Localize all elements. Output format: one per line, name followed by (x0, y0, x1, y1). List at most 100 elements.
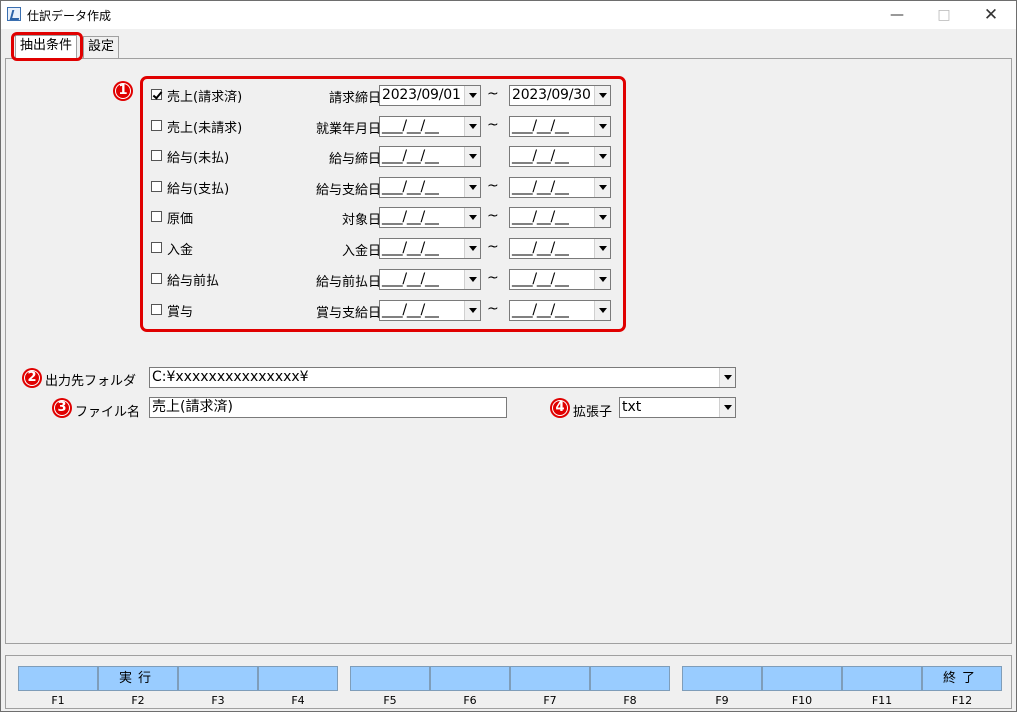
date-from-value: ___/__/__ (382, 179, 439, 195)
function-key-f5-button[interactable] (350, 666, 430, 691)
function-key-f10-button[interactable] (762, 666, 842, 691)
condition-checkbox[interactable] (151, 89, 162, 100)
function-key-f1-button[interactable] (18, 666, 98, 691)
tab-strip: 抽出条件 設定 (1, 31, 1016, 59)
chevron-down-icon[interactable] (719, 368, 735, 387)
chevron-down-icon[interactable] (594, 239, 610, 258)
date-from-combo[interactable]: ___/__/__ (379, 238, 481, 259)
condition-checkbox[interactable] (151, 273, 162, 284)
date-field-label: 賞与支給日 (315, 306, 381, 321)
extension-label: 拡張子 (573, 405, 613, 420)
date-from-value: ___/__/__ (382, 271, 439, 287)
condition-checkbox[interactable] (151, 211, 162, 222)
function-key-f2-button[interactable]: 実行 (98, 666, 178, 691)
condition-row: 給与(支払) 給与支給日 ___/__/__ ~ ___/__/__ (149, 176, 619, 198)
output-folder-combo[interactable]: C:¥xxxxxxxxxxxxxxx¥ (149, 367, 736, 388)
chevron-down-icon[interactable] (464, 270, 480, 289)
close-button[interactable]: ✕ (968, 1, 1014, 29)
annotation-number-1: 1 (113, 81, 133, 101)
date-to-combo[interactable]: ___/__/__ (509, 207, 611, 228)
date-from-combo[interactable]: ___/__/__ (379, 116, 481, 137)
chevron-down-icon[interactable] (464, 86, 480, 105)
chevron-down-icon[interactable] (464, 178, 480, 197)
condition-checkbox[interactable] (151, 304, 162, 315)
chevron-down-icon[interactable] (464, 147, 480, 166)
date-from-combo[interactable]: ___/__/__ (379, 269, 481, 290)
function-key-f11-button[interactable] (842, 666, 922, 691)
output-folder-label: 出力先フォルダ (45, 374, 137, 389)
condition-row: 給与(未払) 給与締日 ___/__/__ ___/__/__ (149, 145, 619, 167)
date-to-combo[interactable]: ___/__/__ (509, 116, 611, 137)
function-key-caption: F5 (383, 694, 397, 707)
function-key-caption: F12 (951, 694, 973, 707)
condition-label: 売上(未請求) (167, 121, 243, 136)
tab-settings[interactable]: 設定 (83, 36, 120, 58)
function-key-caption: F9 (715, 694, 729, 707)
date-from-combo[interactable]: ___/__/__ (379, 146, 481, 167)
app-document-icon (7, 7, 21, 21)
condition-checkbox[interactable] (151, 120, 162, 131)
chevron-down-icon[interactable] (464, 208, 480, 227)
date-to-value: ___/__/__ (512, 240, 569, 256)
minimize-button[interactable]: — (874, 1, 920, 29)
function-key-f6-button[interactable] (430, 666, 510, 691)
function-key-f7-button[interactable] (510, 666, 590, 691)
date-to-value: ___/__/__ (512, 179, 569, 195)
chevron-down-icon[interactable] (464, 117, 480, 136)
condition-row: 給与前払 給与前払日 ___/__/__ ~ ___/__/__ (149, 268, 619, 290)
range-tilde: ~ (487, 208, 499, 224)
function-key-caption: F10 (791, 694, 813, 707)
function-key-f12-button[interactable]: 終了 (922, 666, 1002, 691)
date-from-combo[interactable]: ___/__/__ (379, 300, 481, 321)
chevron-down-icon[interactable] (594, 270, 610, 289)
chevron-down-icon[interactable] (594, 178, 610, 197)
date-to-value: 2023/09/30 (512, 87, 591, 103)
condition-label: 給与(未払) (167, 151, 230, 166)
function-key-caption: F3 (211, 694, 225, 707)
date-to-combo[interactable]: ___/__/__ (509, 177, 611, 198)
chevron-down-icon[interactable] (594, 301, 610, 320)
condition-checkbox[interactable] (151, 242, 162, 253)
filename-label: ファイル名 (75, 405, 141, 420)
range-tilde: ~ (487, 301, 499, 317)
chevron-down-icon[interactable] (464, 301, 480, 320)
date-from-value: ___/__/__ (382, 209, 439, 225)
date-to-combo[interactable]: ___/__/__ (509, 146, 611, 167)
title-bar: 仕訳データ作成 — □ ✕ (1, 1, 1016, 29)
date-from-combo[interactable]: ___/__/__ (379, 207, 481, 228)
annotation-number-3: 3 (52, 398, 72, 418)
date-field-label: 給与支給日 (315, 183, 381, 198)
extension-select[interactable]: txt (619, 397, 736, 418)
chevron-down-icon[interactable] (594, 86, 610, 105)
function-key-f4-button[interactable] (258, 666, 338, 691)
chevron-down-icon[interactable] (719, 398, 735, 417)
chevron-down-icon[interactable] (464, 239, 480, 258)
maximize-button[interactable]: □ (921, 1, 967, 29)
function-key-caption: F6 (463, 694, 477, 707)
chevron-down-icon[interactable] (594, 117, 610, 136)
date-from-combo[interactable]: ___/__/__ (379, 177, 481, 198)
date-from-combo[interactable]: 2023/09/01 (379, 85, 481, 106)
function-key-caption: F11 (871, 694, 893, 707)
condition-checkbox[interactable] (151, 150, 162, 161)
function-key-f9-button[interactable] (682, 666, 762, 691)
output-folder-value: C:¥xxxxxxxxxxxxxxx¥ (152, 369, 309, 385)
chevron-down-icon[interactable] (594, 208, 610, 227)
chevron-down-icon[interactable] (594, 147, 610, 166)
date-to-value: ___/__/__ (512, 302, 569, 318)
function-key-f3-button[interactable] (178, 666, 258, 691)
date-from-value: ___/__/__ (382, 240, 439, 256)
range-tilde: ~ (487, 270, 499, 286)
date-to-combo[interactable]: ___/__/__ (509, 238, 611, 259)
range-tilde: ~ (487, 117, 499, 133)
filename-input[interactable]: 売上(請求済) (149, 397, 507, 418)
date-to-combo[interactable]: ___/__/__ (509, 300, 611, 321)
condition-checkbox[interactable] (151, 181, 162, 192)
date-to-combo[interactable]: 2023/09/30 (509, 85, 611, 106)
date-from-value: ___/__/__ (382, 118, 439, 134)
function-key-f8-button[interactable] (590, 666, 670, 691)
function-key-caption: F1 (51, 694, 65, 707)
date-to-combo[interactable]: ___/__/__ (509, 269, 611, 290)
function-key-caption: F7 (543, 694, 557, 707)
condition-row: 賞与 賞与支給日 ___/__/__ ~ ___/__/__ (149, 299, 619, 321)
